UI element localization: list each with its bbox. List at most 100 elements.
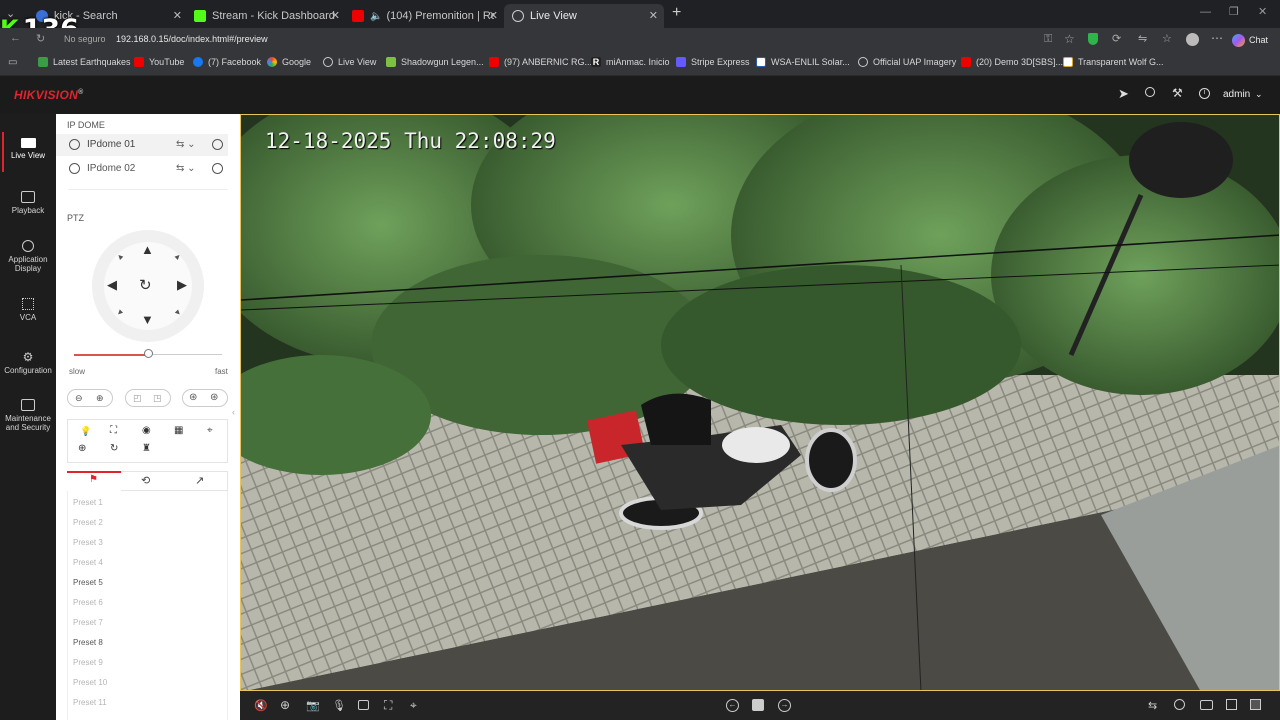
iris-open-icon[interactable]: ⊛	[210, 392, 218, 403]
preset-item[interactable]: Preset 10	[73, 678, 107, 687]
user-menu[interactable]: admin ⌄	[1223, 89, 1263, 100]
security-label[interactable]: No seguro	[64, 34, 106, 44]
focus-far-icon[interactable]: ◳	[153, 393, 162, 404]
bookmark-item[interactable]: WSA-ENLIL Solar...	[756, 57, 850, 67]
reload-icon[interactable]: ↻	[36, 32, 45, 45]
profile-avatar[interactable]	[1186, 33, 1199, 46]
stop-all-icon[interactable]	[752, 699, 764, 711]
audio-mute-icon[interactable]: 🔇	[254, 699, 268, 712]
bookmark-item[interactable]: Shadowgun Legen...	[386, 57, 484, 67]
window-close-icon[interactable]: ✕	[1258, 5, 1267, 18]
preset-item[interactable]: Preset 5	[73, 578, 103, 587]
close-icon[interactable]: ✕	[489, 9, 498, 22]
light-icon[interactable]: 💡	[80, 426, 91, 437]
manual-track-icon[interactable]: ⌖	[410, 699, 423, 712]
ptz-auto-icon[interactable]: ↻	[139, 276, 152, 294]
wiper-icon[interactable]: ◉	[142, 425, 151, 436]
camera-name[interactable]: IPdome 02	[87, 163, 135, 174]
info-icon[interactable]: i	[1199, 88, 1210, 99]
3d-zoom-icon[interactable]: ⛶	[384, 699, 397, 712]
search-icon[interactable]	[1145, 87, 1155, 97]
ptz-left-icon[interactable]: ◀	[107, 277, 117, 293]
split-screen-icon[interactable]: ⇋	[1138, 32, 1147, 45]
send-icon[interactable]: ➤	[1118, 86, 1129, 102]
bookmark-item[interactable]: Live View	[323, 57, 376, 67]
bookmark-item[interactable]: Transparent Wolf G...	[1063, 57, 1164, 67]
split-window-icon[interactable]	[1250, 699, 1261, 710]
record-icon[interactable]	[212, 139, 223, 150]
stream-switch-icon[interactable]: ⇆	[1148, 699, 1161, 712]
new-tab-icon[interactable]: +	[672, 4, 681, 22]
lens-init-icon[interactable]: ♜	[142, 443, 151, 454]
preset-item[interactable]: Preset 2	[73, 518, 103, 527]
camera-name[interactable]: IPdome 01	[87, 139, 135, 150]
speaker-icon[interactable]: 🔈	[370, 11, 382, 22]
sidebar-toggle-icon[interactable]: ▭	[8, 57, 17, 68]
previous-icon[interactable]: ←	[726, 699, 739, 712]
nav-playback[interactable]: Playback	[0, 191, 56, 215]
nav-application-display[interactable]: Application Display	[0, 240, 56, 273]
collapse-panel-icon[interactable]: ‹	[232, 407, 235, 417]
bookmark-item[interactable]: (7) Facebook	[193, 57, 261, 67]
tab-live-view[interactable]: Live View ✕	[504, 4, 664, 28]
preset-item[interactable]: Preset 3	[73, 538, 103, 547]
close-icon[interactable]: ✕	[649, 9, 658, 22]
zoom-out-icon[interactable]: ⊖	[75, 393, 83, 404]
nav-configuration[interactable]: ⚙ Configuration	[0, 351, 56, 375]
preset-item[interactable]: Preset 8	[73, 638, 103, 647]
shield-extension-icon[interactable]	[1088, 33, 1098, 45]
record-clip-icon[interactable]	[358, 700, 369, 710]
zoom-area-icon[interactable]: ⊕	[78, 443, 86, 454]
url-field[interactable]: 192.168.0.15/doc/index.html#/preview	[116, 34, 268, 44]
record-all-icon[interactable]	[1174, 699, 1185, 710]
window-layout-icon[interactable]	[1226, 699, 1237, 710]
bookmark-item[interactable]: Official UAP Imagery	[858, 57, 956, 67]
tab-patrol[interactable]: ⟲	[141, 474, 150, 487]
bookmark-item[interactable]: RmiAnmac. Inicio	[591, 57, 670, 67]
camera-row-selected[interactable]	[56, 134, 228, 156]
favorites-icon[interactable]: ☆	[1162, 32, 1172, 45]
slider-thumb[interactable]	[143, 349, 153, 358]
nav-live-view[interactable]: Live View	[0, 132, 56, 172]
preset-item[interactable]: Preset 11	[73, 698, 107, 707]
window-ratio-icon[interactable]	[1200, 700, 1213, 710]
record-icon[interactable]	[212, 163, 223, 174]
ptz-toggle-icon[interactable]: ⇆ ⌄	[176, 139, 196, 150]
chat-button[interactable]: Chat	[1232, 31, 1268, 49]
ptz-toggle-icon[interactable]: ⇆ ⌄	[176, 163, 196, 174]
ptz-right-icon[interactable]: ▶	[177, 277, 187, 293]
ptz-down-icon[interactable]: ▼	[141, 312, 154, 327]
menu-grid-icon[interactable]: ▦	[174, 425, 183, 436]
tab-pattern[interactable]: ↗	[195, 474, 204, 487]
bookmark-item[interactable]: Stripe Express	[676, 57, 750, 67]
focus-near-icon[interactable]: ◰	[133, 393, 142, 404]
more-icon[interactable]: ⋯	[1211, 31, 1223, 45]
zoom-in-icon[interactable]: ⊕	[96, 393, 104, 404]
key-icon[interactable]: ⚿	[1044, 33, 1052, 46]
digital-zoom-icon[interactable]: ⊕	[280, 699, 293, 712]
restore-icon[interactable]: ❐	[1229, 5, 1239, 18]
capture-icon[interactable]: 📷	[306, 699, 320, 712]
bookmark-item[interactable]: (20) Demo 3D[SBS]...	[961, 57, 1063, 67]
nav-maintenance-security[interactable]: Maintenance and Security	[0, 399, 56, 432]
preset-item[interactable]: Preset 6	[73, 598, 103, 607]
bookmark-item[interactable]: Latest Earthquakes	[38, 57, 131, 67]
microphone-icon[interactable]: 🎙	[332, 699, 346, 712]
bookmark-item[interactable]: YouTube	[134, 57, 184, 67]
ptz-speed-slider[interactable]	[74, 349, 222, 358]
tools-icon[interactable]: ⚒	[1172, 86, 1183, 100]
tab-youtube-premonition[interactable]: 🔈 (104) Premonition | Retro Pola ✕	[344, 4, 504, 28]
extensions-icon[interactable]: ⟳	[1112, 32, 1121, 45]
preset-item[interactable]: Preset 1	[73, 498, 103, 507]
3d-positioning-icon[interactable]: ⛶	[110, 425, 117, 436]
focus-control[interactable]	[125, 389, 171, 407]
bookmark-item[interactable]: Google	[267, 57, 311, 67]
close-icon[interactable]: ✕	[331, 9, 340, 22]
zoom-control[interactable]	[67, 389, 113, 407]
iris-close-icon[interactable]: ⊛	[189, 392, 197, 403]
preset-item[interactable]: Preset 9	[73, 658, 103, 667]
preset-item[interactable]: Preset 7	[73, 618, 103, 627]
back-icon[interactable]: ←	[10, 32, 21, 44]
live-video-feed[interactable]: 12-18-2025 Thu 22:08:29	[240, 114, 1280, 691]
nav-vca[interactable]: VCA	[0, 298, 56, 322]
